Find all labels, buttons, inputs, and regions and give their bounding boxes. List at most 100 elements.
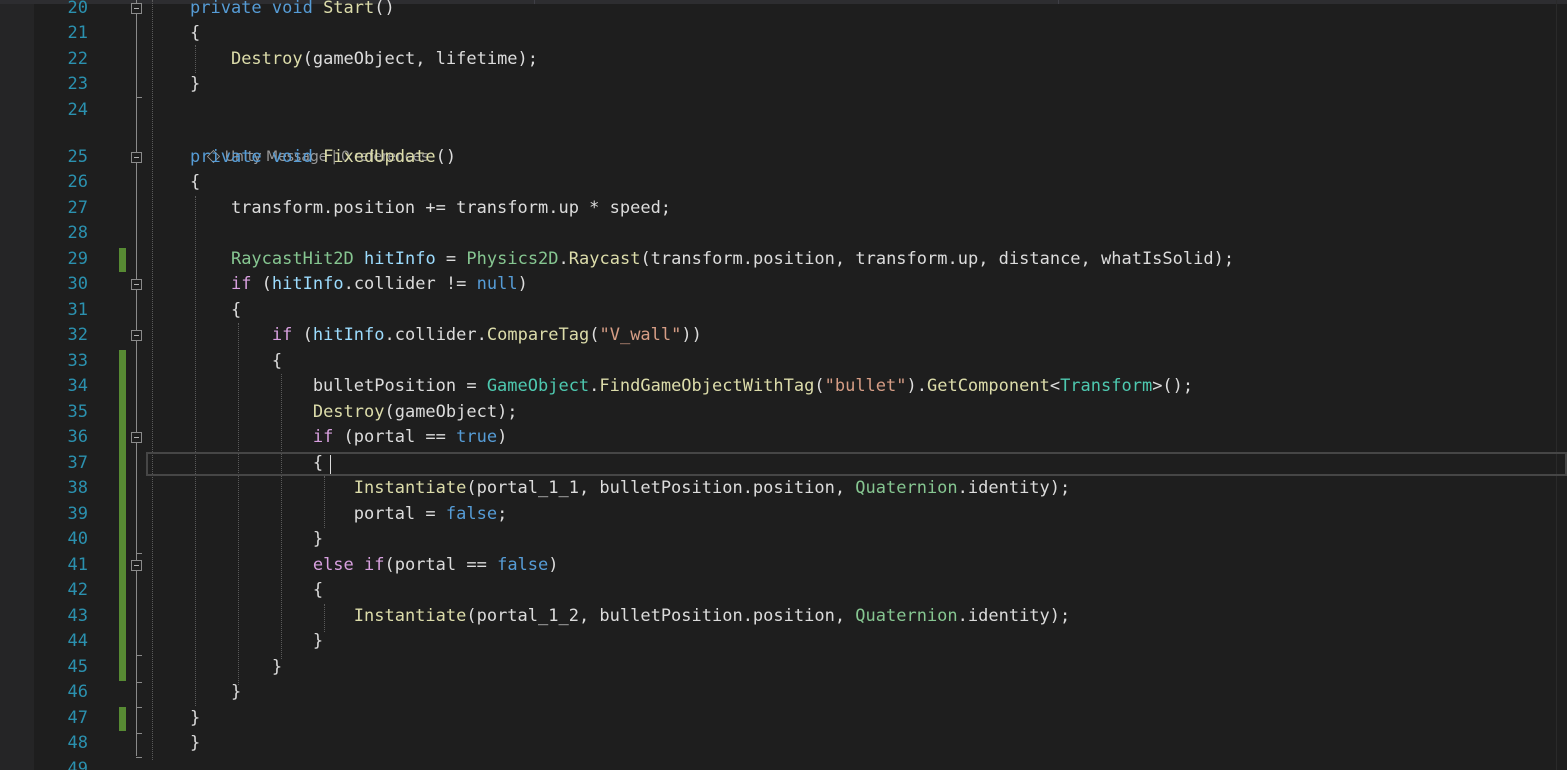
code-line[interactable]: 34 bulletPosition = GameObject.FindGameO… — [0, 374, 1567, 400]
code-line[interactable]: 29 RaycastHit2D hitInfo = Physics2D.Rayc… — [0, 247, 1567, 273]
line-number: 22 — [67, 49, 88, 69]
code-line[interactable]: 37 { — [0, 451, 1567, 477]
code-text[interactable]: { — [190, 21, 200, 47]
code-line[interactable]: 48} — [0, 731, 1567, 757]
code-token: ( — [292, 325, 313, 345]
code-text[interactable]: { — [190, 451, 323, 477]
line-number: 35 — [67, 402, 88, 422]
line-number: 34 — [67, 376, 88, 396]
code-token: { — [190, 23, 201, 43]
code-token: FindGameObjectWithTag — [599, 376, 815, 396]
code-token: (portal_1_1, bulletPosition.position, — [466, 478, 856, 498]
code-line[interactable]: 20 private void Start() — [0, 0, 1567, 22]
code-token: else if — [312, 555, 385, 575]
codelens-annotation[interactable]: Unity Message | 0 references — [190, 124, 429, 165]
code-text[interactable]: transform.position += transform.up * spe… — [190, 196, 671, 222]
code-line[interactable]: 26 { — [0, 170, 1567, 196]
code-text[interactable]: { — [190, 578, 323, 604]
code-token: Quaternion — [855, 478, 958, 498]
code-token: { — [190, 580, 324, 600]
code-text[interactable]: else if(portal == false) — [190, 553, 559, 579]
code-text[interactable]: Instantiate(portal_1_1, bulletPosition.p… — [190, 476, 1070, 502]
code-line[interactable]: 45 } — [0, 655, 1567, 681]
code-line[interactable]: 23} — [0, 72, 1567, 98]
code-token: false — [445, 504, 498, 524]
code-line[interactable]: 49 — [0, 757, 1567, 770]
code-text[interactable]: } — [190, 655, 282, 681]
code-line[interactable]: 35 Destroy(gameObject); — [0, 400, 1567, 426]
code-token: () — [374, 0, 395, 18]
code-token: true — [456, 427, 498, 447]
code-text[interactable]: } — [190, 731, 200, 757]
code-text[interactable]: if (portal == true) — [190, 425, 508, 451]
line-number: 29 — [67, 249, 88, 269]
code-text[interactable]: private void FixedUpdate() — [190, 145, 456, 171]
code-line[interactable]: 41 else if(portal == false) — [0, 553, 1567, 579]
code-token: Destroy — [230, 49, 303, 69]
code-token: .identity); — [957, 478, 1071, 498]
code-token: } — [190, 74, 201, 94]
code-token: RaycastHit2D — [230, 249, 354, 269]
code-text[interactable]: RaycastHit2D hitInfo = Physics2D.Raycast… — [190, 247, 1234, 273]
code-line[interactable]: 30 if (hitInfo.collider != null) — [0, 272, 1567, 298]
code-line[interactable]: 43 Instantiate(portal_1_2, bulletPositio… — [0, 604, 1567, 630]
code-text[interactable]: bulletPosition = GameObject.FindGameObje… — [190, 374, 1193, 400]
code-line[interactable]: 25 private void FixedUpdate() — [0, 145, 1567, 171]
code-line[interactable]: 24 — [0, 98, 1567, 124]
code-token: if — [230, 274, 252, 294]
code-token: Raycast — [568, 249, 641, 269]
code-token: Destroy — [312, 402, 385, 422]
code-token: Instantiate — [353, 478, 467, 498]
code-text[interactable]: } — [190, 629, 323, 655]
code-token: () — [435, 147, 457, 167]
line-number: 21 — [67, 23, 88, 43]
code-token: } — [190, 733, 201, 753]
code-token: (transform.position, transform.up, dista… — [640, 249, 1235, 269]
code-text[interactable]: Instantiate(portal_1_2, bulletPosition.p… — [190, 604, 1070, 630]
code-text[interactable]: } — [190, 527, 323, 553]
code-line[interactable]: 32 if (hitInfo.collider.CompareTag("V_wa… — [0, 323, 1567, 349]
code-token: Quaternion — [855, 606, 958, 626]
code-text[interactable]: if (hitInfo.collider.CompareTag("V_wall"… — [190, 323, 702, 349]
code-token: GetComponent — [926, 376, 1050, 396]
code-line[interactable]: 22 Destroy(gameObject, lifetime); — [0, 47, 1567, 73]
code-token: portal = — [190, 504, 446, 524]
code-text[interactable]: { — [190, 349, 282, 375]
code-text[interactable]: } — [190, 680, 241, 706]
code-line[interactable]: 44 } — [0, 629, 1567, 655]
code-text[interactable]: { — [190, 298, 241, 324]
code-token: } — [190, 529, 324, 549]
code-line[interactable]: 46 } — [0, 680, 1567, 706]
code-line[interactable]: 40 } — [0, 527, 1567, 553]
code-token: < — [1049, 376, 1061, 396]
code-line[interactable]: 47} — [0, 706, 1567, 732]
code-token: if — [271, 325, 293, 345]
code-text[interactable]: private void Start() — [190, 0, 395, 22]
code-line[interactable]: 36 if (portal == true) — [0, 425, 1567, 451]
code-text[interactable]: Destroy(gameObject); — [190, 400, 518, 426]
code-line[interactable]: 39 portal = false; — [0, 502, 1567, 528]
code-text[interactable]: { — [190, 170, 200, 196]
code-line[interactable]: 21 { — [0, 21, 1567, 47]
code-text[interactable]: portal = false; — [190, 502, 508, 528]
line-number: 42 — [67, 580, 88, 600]
code-text[interactable]: } — [190, 706, 200, 732]
code-text[interactable]: if (hitInfo.collider != null) — [190, 272, 528, 298]
code-line[interactable]: 38 Instantiate(portal_1_1, bulletPositio… — [0, 476, 1567, 502]
code-line[interactable]: 42 { — [0, 578, 1567, 604]
code-line[interactable]: 28 — [0, 221, 1567, 247]
code-token: Physics2D — [466, 249, 559, 269]
text-caret — [330, 455, 331, 474]
code-token: Instantiate — [353, 606, 467, 626]
code-line[interactable]: 31 { — [0, 298, 1567, 324]
code-line[interactable]: 27 transform.position += transform.up * … — [0, 196, 1567, 222]
line-number: 45 — [67, 657, 88, 677]
code-text[interactable]: } — [190, 72, 200, 98]
line-number: 43 — [67, 606, 88, 626]
code-editor[interactable]: Unity Message | 0 references 20 private v… — [0, 0, 1567, 770]
code-line[interactable]: 33 { — [0, 349, 1567, 375]
code-text[interactable]: Destroy(gameObject, lifetime); — [190, 47, 538, 73]
